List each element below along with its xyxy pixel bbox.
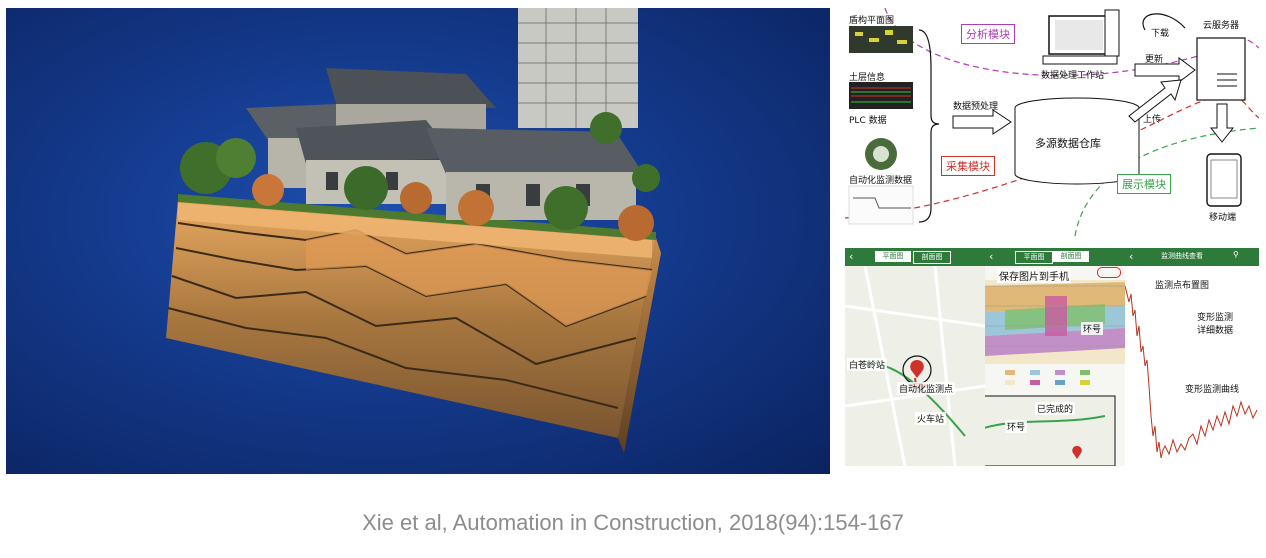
section-topbar: ‹ 平面图 剖面图 [985,248,1125,266]
save-image-label[interactable]: 保存图片到手机 [997,268,1071,283]
workstation-label: 数据处理工作站 [1041,71,1105,81]
save-highlight [1097,267,1121,278]
tab-section[interactable]: 剖面图 [913,251,951,264]
update-label: 更新 [1145,55,1164,65]
input-plc-label: PLC 数据 [849,116,887,126]
cloud-server-label: 云服务器 [1203,21,1240,31]
input-monitor-label: 自动化监测数据 [849,176,913,186]
back-chevron-icon[interactable]: ‹ [849,250,853,263]
warehouse-label: 多源数据仓库 [1035,137,1101,150]
tab-plan-2[interactable]: 平面图 [1015,251,1053,264]
ring-label-2: 环号 [1005,420,1028,433]
deformation-curve-plot [1125,285,1258,459]
display-module-label: 展示模块 [1117,174,1171,194]
tab-plan[interactable]: 平面图 [875,251,911,262]
download-label: 下载 [1151,29,1170,39]
point-layout-label: 监测点布置图 [1153,278,1212,291]
curve-screen: ‹ 监测曲线查看 ⚲ 监测点布置图 变形监测 详细数据 变形监测曲线 [1125,248,1259,466]
server-icon [1196,37,1246,101]
tower-building [518,8,638,128]
citation-caption: Xie et al, Automation in Construction, 2… [362,510,904,535]
baicangling-station-label: 白苍岭站 [847,358,888,371]
preprocess-label: 数据预处理 [953,102,999,112]
analysis-module-label: 分析模块 [961,24,1015,44]
ring-label: 环号 [1081,322,1104,335]
section-screen: ‹ 平面图 剖面图 保存图片到手机 环号 已完成的 环号 [985,248,1125,466]
system-architecture-diagram: 盾构平面图 土层信息 PLC 数据 自动化监测数据 数据预处理 多源数据仓库 数… [845,8,1259,236]
deform-curve-label: 变形监测曲线 [1183,382,1242,395]
mobile-label: 移动端 [1209,213,1237,223]
auto-monitor-point-label: 自动化监测点 [897,382,956,395]
back-chevron-icon-2[interactable]: ‹ [989,250,993,263]
map-topbar: ‹ 平面图 剖面图 [845,248,985,266]
curve-topbar: ‹ 监测曲线查看 ⚲ [1125,248,1259,266]
back-chevron-icon-3[interactable]: ‹ [1129,250,1133,263]
upload-label: 上传 [1143,115,1162,125]
input-soil-label: 土层信息 [849,73,886,83]
curve-title: 监测曲线查看 [1161,252,1203,260]
geological-model-image [6,8,830,474]
geological-block-illustration [166,8,661,453]
map-pin-icon[interactable] [910,360,924,378]
mobile-app-screens: ‹ 平面图 剖面图 白苍岭站 自动化监测点 火车站 ‹ 平面图 剖面图 保存图片… [845,248,1259,466]
input-plan-label: 盾构平面图 [849,16,895,26]
tab-section-2[interactable]: 剖面图 [1053,251,1089,262]
collect-module-label: 采集模块 [941,156,995,176]
deform-detail-label: 变形监测 详细数据 [1195,310,1236,336]
completed-label: 已完成的 [1035,402,1076,415]
map-screen: ‹ 平面图 剖面图 白苍岭站 自动化监测点 火车站 [845,248,985,466]
location-pin-icon[interactable]: ⚲ [1233,250,1239,259]
train-station-label: 火车站 [915,412,947,425]
